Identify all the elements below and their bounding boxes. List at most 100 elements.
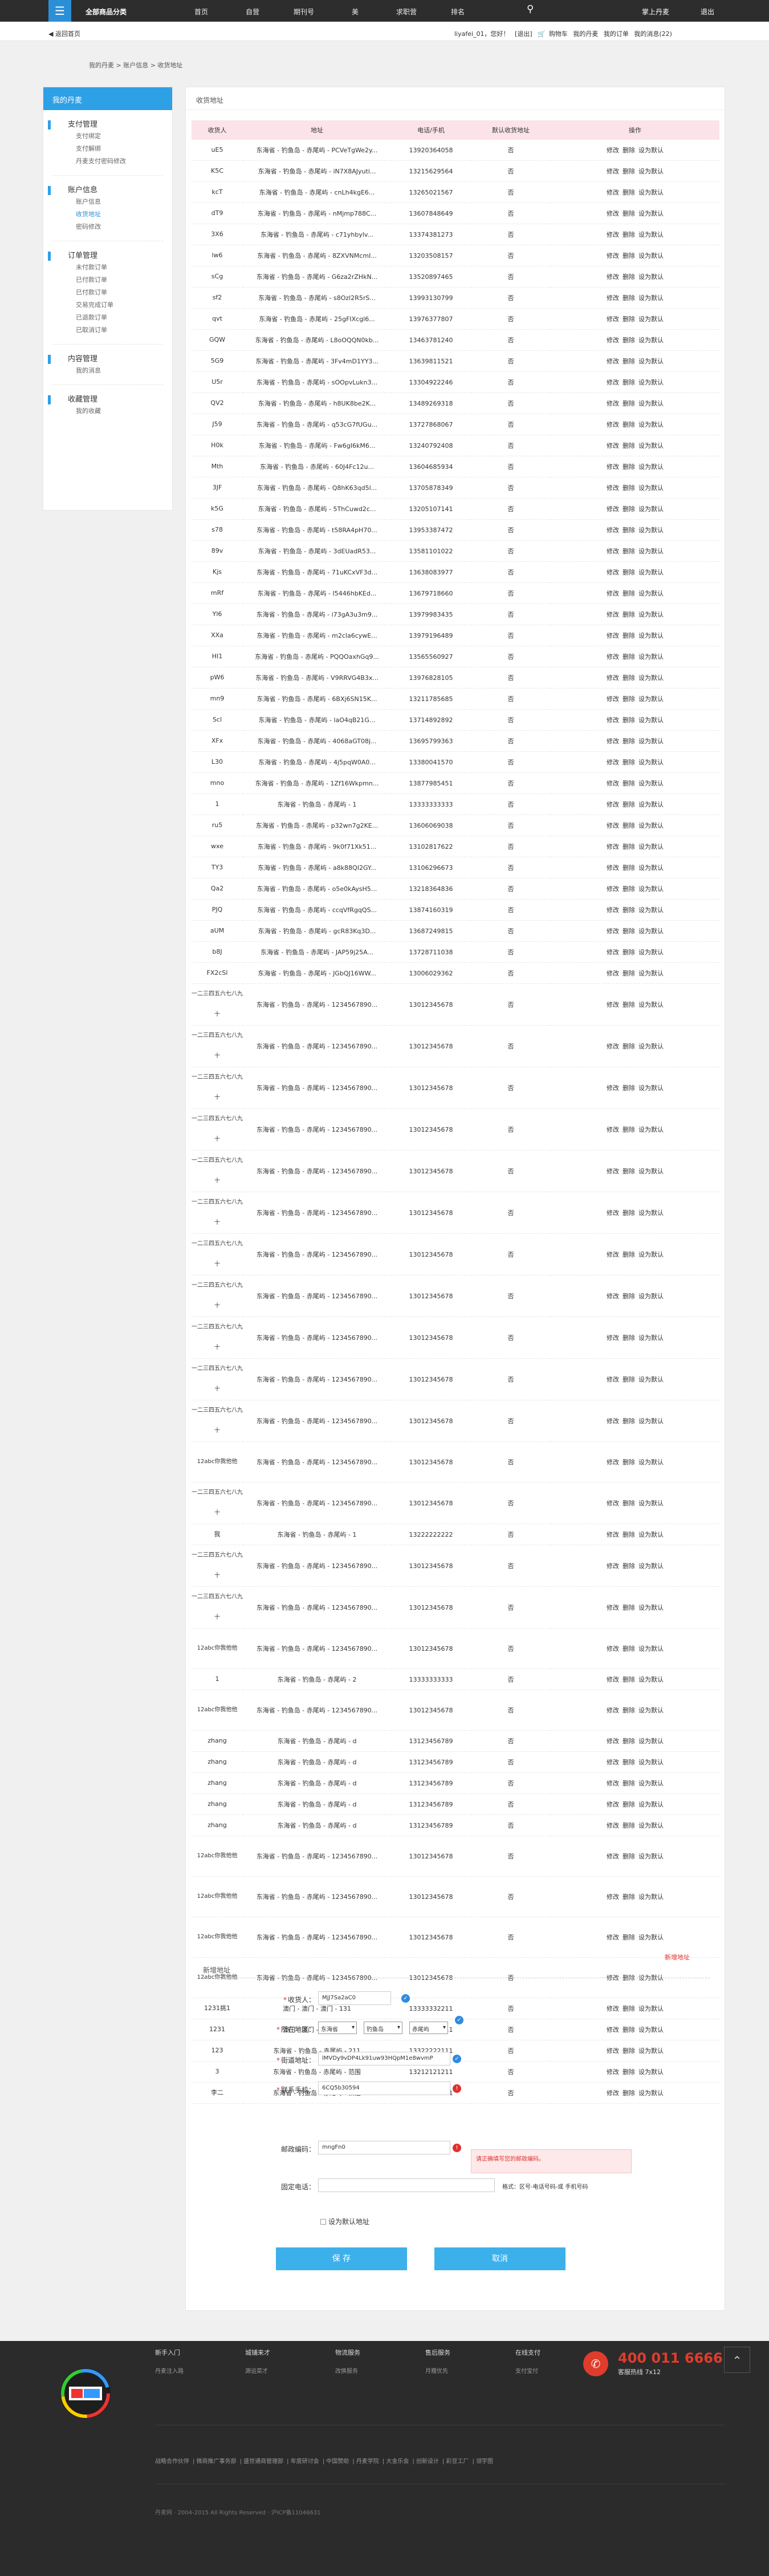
nav-item[interactable]: 期刊号 — [278, 7, 329, 17]
set-default-link[interactable]: 设为默认 — [638, 1168, 664, 1175]
friend-link[interactable]: 盛世通商管理部 — [243, 2458, 283, 2465]
edit-link[interactable]: 修改 — [607, 1376, 619, 1383]
edit-link[interactable]: 修改 — [607, 1562, 619, 1570]
edit-link[interactable]: 修改 — [607, 273, 619, 281]
edit-link[interactable]: 修改 — [607, 147, 619, 154]
edit-link[interactable]: 修改 — [607, 210, 619, 217]
set-default-link[interactable]: 设为默认 — [638, 484, 664, 492]
delete-link[interactable]: 删除 — [622, 864, 635, 872]
search-icon[interactable]: ⚲ — [527, 5, 534, 14]
set-default-link[interactable]: 设为默认 — [638, 569, 664, 576]
delete-link[interactable]: 删除 — [622, 1209, 635, 1217]
set-default-link[interactable]: 设为默认 — [638, 294, 664, 302]
nav-item[interactable]: 美 — [329, 7, 381, 17]
save-button[interactable]: 保 存 — [276, 2247, 407, 2270]
set-default-link[interactable]: 设为默认 — [638, 1604, 664, 1611]
set-default-link[interactable]: 设为默认 — [638, 463, 664, 471]
set-default-link[interactable]: 设为默认 — [638, 1500, 664, 1507]
edit-link[interactable]: 修改 — [607, 716, 619, 724]
set-default-link[interactable]: 设为默认 — [638, 231, 664, 238]
delete-link[interactable]: 删除 — [622, 2005, 635, 2012]
delete-link[interactable]: 删除 — [622, 2047, 635, 2055]
nav-item[interactable]: 求职营 — [381, 7, 432, 17]
edit-link[interactable]: 修改 — [607, 590, 619, 597]
edit-link[interactable]: 修改 — [607, 569, 619, 576]
my-messages-link[interactable]: 我的消息(22) — [634, 30, 672, 38]
delete-link[interactable]: 删除 — [622, 358, 635, 365]
edit-link[interactable]: 修改 — [607, 1645, 619, 1652]
delete-link[interactable]: 删除 — [622, 970, 635, 977]
edit-link[interactable]: 修改 — [607, 1893, 619, 1901]
friend-link[interactable]: 战略合作伙伴 — [155, 2458, 189, 2465]
mobile-input[interactable]: 6CQ5b30594 — [318, 2081, 450, 2095]
edit-link[interactable]: 修改 — [607, 611, 619, 618]
delete-link[interactable]: 删除 — [622, 843, 635, 850]
name-input[interactable]: MjJ7Sa2aC0 — [318, 1991, 391, 2005]
sidebar-item[interactable]: 已退款订单 — [43, 312, 172, 323]
edit-link[interactable]: 修改 — [607, 2068, 619, 2076]
delete-link[interactable]: 删除 — [622, 1676, 635, 1683]
district-select[interactable]: 赤尾屿 — [409, 2022, 448, 2034]
delete-link[interactable]: 删除 — [622, 1168, 635, 1175]
edit-link[interactable]: 修改 — [607, 780, 619, 787]
edit-link[interactable]: 修改 — [607, 526, 619, 534]
edit-link[interactable]: 修改 — [607, 1604, 619, 1611]
set-default-link[interactable]: 设为默认 — [638, 379, 664, 386]
delete-link[interactable]: 删除 — [622, 1126, 635, 1133]
set-default-link[interactable]: 设为默认 — [638, 780, 664, 787]
delete-link[interactable]: 删除 — [622, 231, 635, 238]
delete-link[interactable]: 删除 — [622, 1084, 635, 1092]
delete-link[interactable]: 删除 — [622, 1853, 635, 1860]
edit-link[interactable]: 修改 — [607, 970, 619, 977]
set-default-link[interactable]: 设为默认 — [638, 2026, 664, 2034]
edit-link[interactable]: 修改 — [607, 1084, 619, 1092]
set-default-link[interactable]: 设为默认 — [638, 2068, 664, 2076]
set-default-link[interactable]: 设为默认 — [638, 885, 664, 893]
set-default-link[interactable]: 设为默认 — [638, 949, 664, 956]
set-default-link[interactable]: 设为默认 — [638, 1759, 664, 1766]
add-address-link[interactable]: 新增地址 — [665, 1953, 690, 1962]
set-default-link[interactable]: 设为默认 — [638, 653, 664, 661]
delete-link[interactable]: 删除 — [622, 337, 635, 344]
edit-link[interactable]: 修改 — [607, 674, 619, 682]
set-default-link[interactable]: 设为默认 — [638, 1853, 664, 1860]
footer-link[interactable]: 月赠优先 — [425, 2366, 515, 2375]
checkbox-box[interactable] — [320, 2219, 326, 2225]
delete-link[interactable]: 删除 — [622, 294, 635, 302]
set-default-link[interactable]: 设为默认 — [638, 1459, 664, 1466]
delete-link[interactable]: 删除 — [622, 632, 635, 639]
set-default-link[interactable]: 设为默认 — [638, 2089, 664, 2097]
cart-icon[interactable]: 🛒 — [538, 30, 546, 38]
friend-link[interactable]: 大金乐会 — [386, 2458, 409, 2465]
friend-link[interactable]: 中国赞助 — [326, 2458, 349, 2465]
set-default-link[interactable]: 设为默认 — [638, 759, 664, 766]
delete-link[interactable]: 删除 — [622, 1417, 635, 1425]
zip-input[interactable]: mngFn0 — [318, 2141, 450, 2154]
set-default-link[interactable]: 设为默认 — [638, 526, 664, 534]
edit-link[interactable]: 修改 — [607, 738, 619, 745]
set-default-link[interactable]: 设为默认 — [638, 505, 664, 513]
phone-input[interactable] — [318, 2178, 495, 2192]
edit-link[interactable]: 修改 — [607, 1822, 619, 1829]
edit-link[interactable]: 修改 — [607, 1934, 619, 1941]
sidebar-item[interactable]: 我的收藏 — [43, 406, 172, 417]
edit-link[interactable]: 修改 — [607, 463, 619, 471]
edit-link[interactable]: 修改 — [607, 864, 619, 872]
exit-link[interactable]: [退出] — [515, 30, 532, 38]
delete-link[interactable]: 删除 — [622, 147, 635, 154]
delete-link[interactable]: 删除 — [622, 653, 635, 661]
sidebar-item[interactable]: 支付绑定 — [43, 131, 172, 142]
nav-item[interactable]: 自营 — [227, 7, 278, 17]
delete-link[interactable]: 删除 — [622, 252, 635, 260]
set-default-link[interactable]: 设为默认 — [638, 1934, 664, 1941]
edit-link[interactable]: 修改 — [607, 1500, 619, 1507]
set-default-link[interactable]: 设为默认 — [638, 2047, 664, 2055]
delete-link[interactable]: 删除 — [622, 759, 635, 766]
set-default-link[interactable]: 设为默认 — [638, 2005, 664, 2012]
delete-link[interactable]: 删除 — [622, 2026, 635, 2034]
delete-link[interactable]: 删除 — [622, 505, 635, 513]
delete-link[interactable]: 删除 — [622, 442, 635, 449]
delete-link[interactable]: 删除 — [622, 780, 635, 787]
delete-link[interactable]: 删除 — [622, 2089, 635, 2097]
delete-link[interactable]: 删除 — [622, 695, 635, 703]
